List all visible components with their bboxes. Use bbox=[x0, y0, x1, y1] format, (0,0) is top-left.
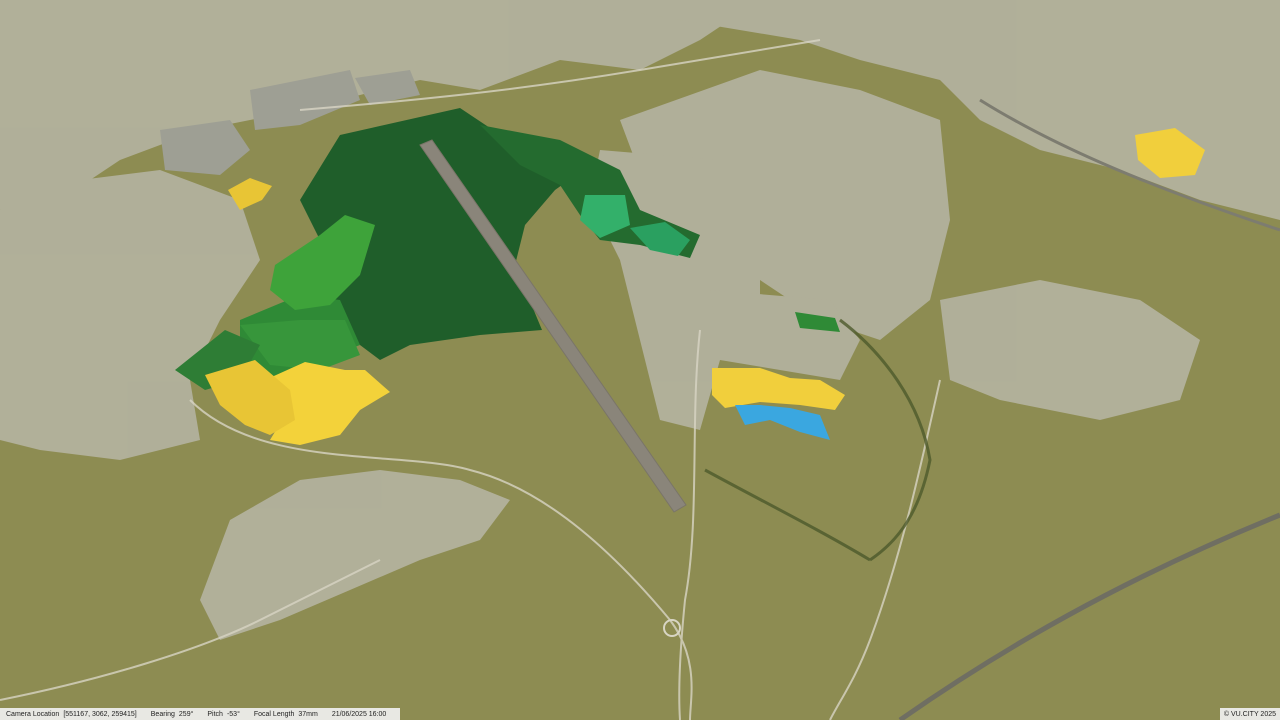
camera-location-label: Camera Location bbox=[6, 710, 60, 718]
timestamp: 21/06/2025 16:00 bbox=[331, 710, 387, 718]
focal-length: Focal Length 37mm bbox=[254, 711, 318, 718]
camera-status-bar: Camera Location [551167, 3062, 259415] Be… bbox=[0, 708, 400, 720]
pitch-label: Pitch bbox=[207, 710, 223, 718]
bearing-value: 259° bbox=[178, 710, 194, 718]
map-canvas[interactable] bbox=[0, 0, 1280, 720]
focal-length-value: 37mm bbox=[298, 710, 318, 718]
pitch: Pitch -53° bbox=[207, 711, 239, 718]
bearing-label: Bearing bbox=[150, 710, 175, 718]
camera-location: Camera Location [551167, 3062, 259415] bbox=[6, 711, 137, 718]
bearing: Bearing 259° bbox=[151, 711, 194, 718]
camera-location-value: [551167, 3062, 259415] bbox=[63, 710, 137, 718]
copyright-label: © VU.CITY 2025 bbox=[1219, 708, 1280, 720]
map-view[interactable] bbox=[0, 0, 1280, 720]
pitch-value: -53° bbox=[226, 710, 240, 718]
focal-length-label: Focal Length bbox=[253, 710, 295, 718]
